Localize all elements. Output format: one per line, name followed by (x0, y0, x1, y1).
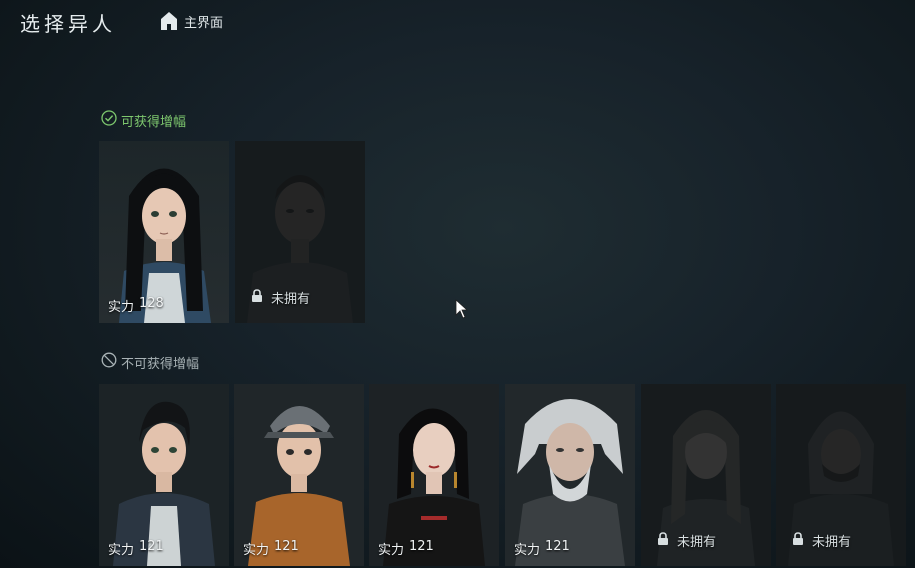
lock-icon (792, 531, 804, 550)
section-unavailable-label: 不可获得增幅 (121, 356, 200, 372)
power-value: 121 (274, 539, 299, 554)
mouse-cursor-icon (455, 299, 469, 323)
power-label: 实力 121 (243, 539, 299, 558)
lock-icon (251, 288, 263, 307)
character-card-unavailable-3[interactable]: 实力 121 (369, 384, 499, 566)
character-card-unavailable-1[interactable]: 实力 121 (99, 384, 229, 566)
power-value: 121 (139, 539, 164, 554)
prohibited-icon (101, 352, 117, 372)
page-title: 选择异人 (20, 12, 116, 36)
character-card-available-2[interactable]: 未拥有 (235, 141, 365, 323)
lock-status: 未拥有 (792, 531, 851, 550)
check-circle-icon (101, 110, 117, 130)
home-button[interactable]: 主界面 (160, 11, 223, 31)
lock-status: 未拥有 (251, 288, 310, 307)
power-label-text: 实力 (243, 543, 270, 558)
section-available-label: 可获得增幅 (121, 114, 187, 130)
lock-label-text: 未拥有 (677, 535, 717, 550)
power-label: 实力 128 (108, 296, 164, 315)
power-label: 实力 121 (108, 539, 164, 558)
lock-status: 未拥有 (657, 531, 716, 550)
power-value: 121 (545, 539, 570, 554)
home-icon (160, 11, 178, 31)
character-card-unavailable-4[interactable]: 实力 121 (505, 384, 635, 566)
section-unavailable-header: 不可获得增幅 (101, 352, 199, 372)
character-card-unavailable-5[interactable]: 未拥有 (641, 384, 771, 566)
character-card-available-1[interactable]: 实力 128 (99, 141, 229, 323)
lock-icon (657, 531, 669, 550)
top-bar: 选择异人 主界面 (0, 0, 915, 44)
character-card-unavailable-2[interactable]: 实力 121 (234, 384, 364, 566)
power-label-text: 实力 (108, 543, 135, 558)
power-value: 128 (139, 296, 164, 311)
home-label: 主界面 (184, 15, 224, 31)
power-label-text: 实力 (378, 543, 405, 558)
lock-label-text: 未拥有 (812, 535, 852, 550)
power-value: 121 (409, 539, 434, 554)
power-label-text: 实力 (514, 543, 541, 558)
power-label: 实力 121 (378, 539, 434, 558)
power-label: 实力 121 (514, 539, 570, 558)
power-label-text: 实力 (108, 300, 135, 315)
lock-label-text: 未拥有 (271, 292, 311, 307)
section-available-header: 可获得增幅 (101, 110, 186, 130)
character-card-unavailable-6[interactable]: 未拥有 (776, 384, 906, 566)
